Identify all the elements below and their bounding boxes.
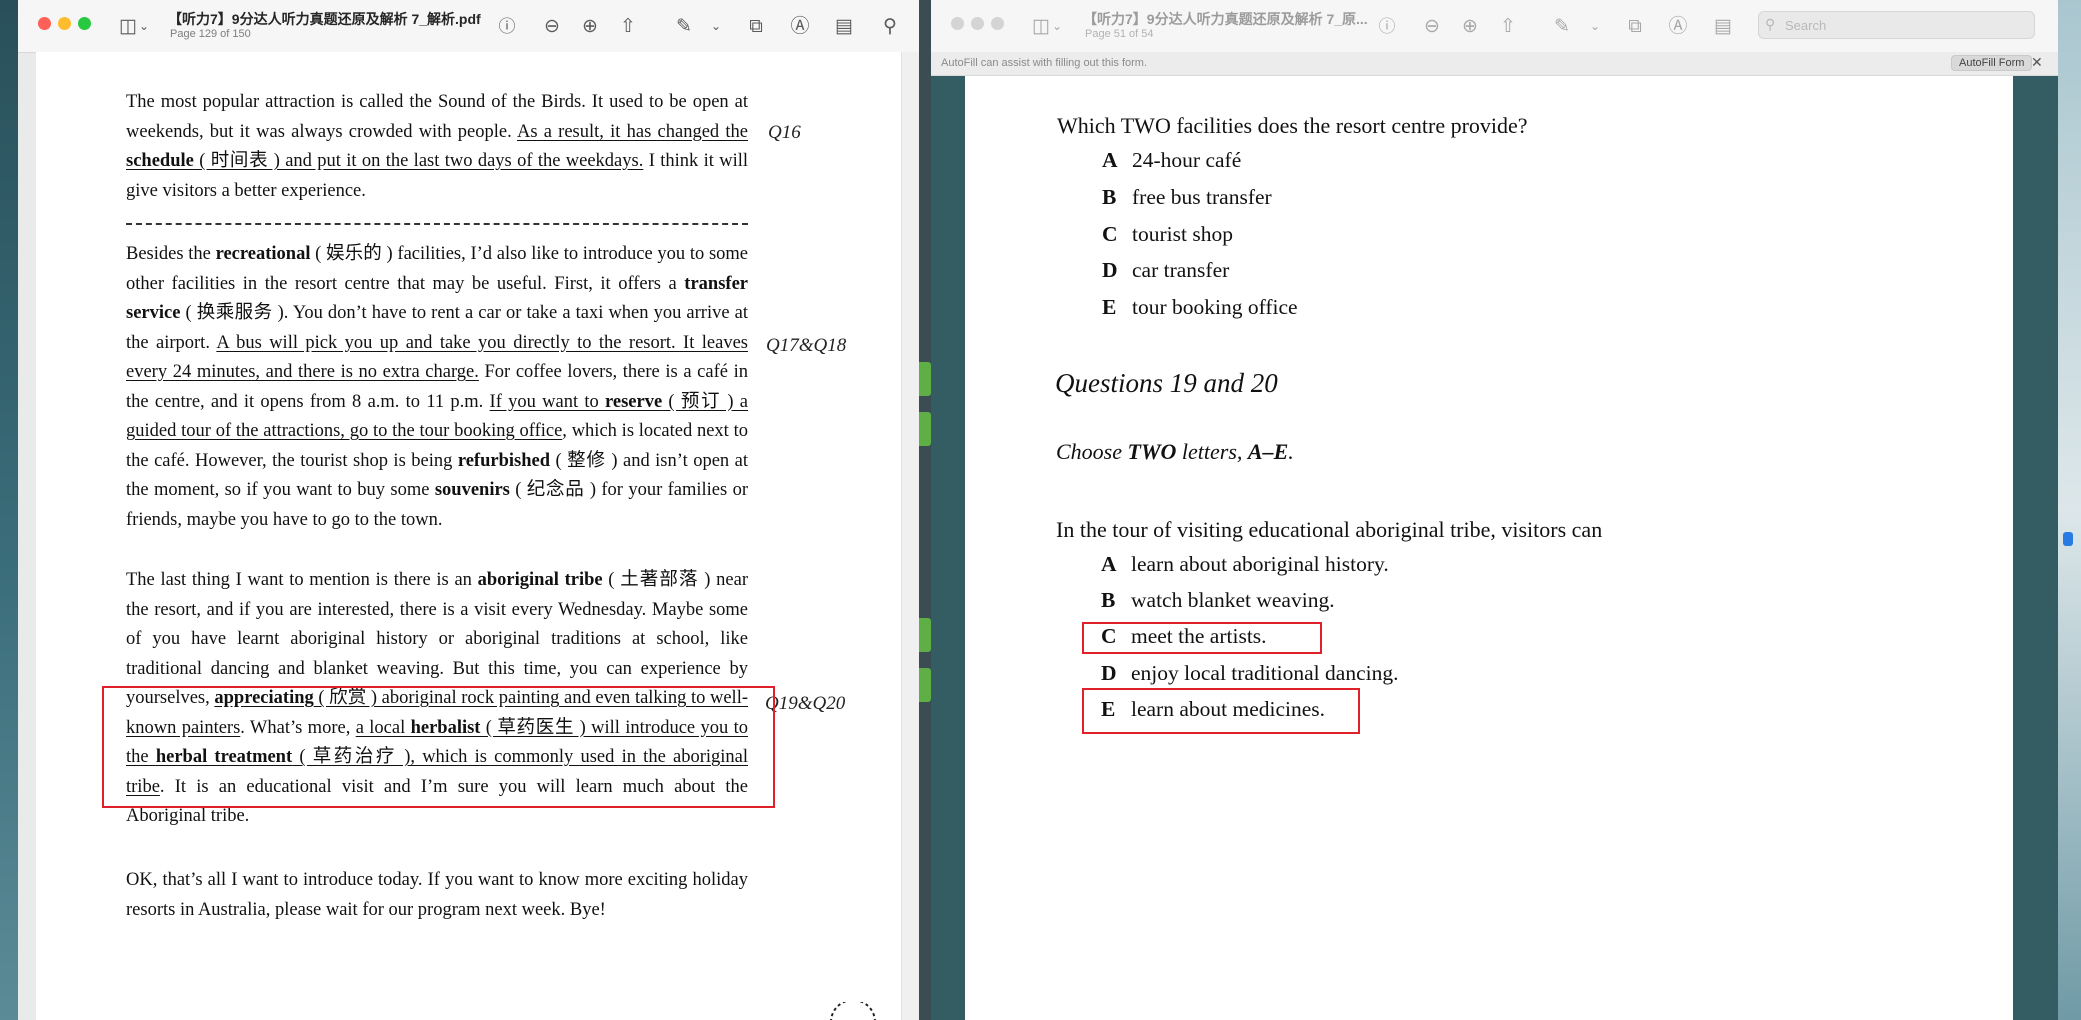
chevron-down-icon[interactable]: ⌄ <box>1581 12 1609 40</box>
chevron-down-icon[interactable]: ⌄ <box>702 12 730 40</box>
option-d: Dcar transfer <box>1102 258 1230 282</box>
share-icon[interactable]: ⇧ <box>1494 12 1522 40</box>
window-gap <box>919 0 931 1020</box>
scrollbar[interactable] <box>901 52 919 1020</box>
search-field[interactable]: ⚲ <box>1758 11 2035 39</box>
markup-icon[interactable]: Ⓐ <box>786 12 814 40</box>
instructions: Choose TWO letters, A–E. <box>1056 439 1294 464</box>
zoom-in-icon[interactable]: ⊕ <box>576 12 604 40</box>
share-icon[interactable]: ⇧ <box>614 12 642 40</box>
background-window-tab[interactable] <box>919 412 931 446</box>
background-window-tab[interactable] <box>919 618 931 652</box>
search-input[interactable] <box>1783 15 2027 35</box>
desktop-background-right <box>2058 0 2081 1020</box>
option-c: Ctourist shop <box>1102 222 1233 246</box>
preview-window-left: ◫ ⌄ 【听力7】9分达人听力真题还原及解析 7_解析.pdf Page 129… <box>18 0 919 1020</box>
signature-icon[interactable]: ▤ <box>1709 12 1737 40</box>
markup-icon[interactable]: Ⓐ <box>1664 12 1692 40</box>
close-button[interactable] <box>951 17 964 30</box>
option-e: Etour booking office <box>1102 295 1298 319</box>
highlight-pen-icon[interactable]: ✎ <box>1548 12 1576 40</box>
chevron-down-icon[interactable]: ⌄ <box>130 12 158 40</box>
pdf-page: Which TWO facilities does the resort cen… <box>965 76 2013 1020</box>
rotate-icon[interactable]: ⧉ <box>742 12 770 40</box>
highlight-box-answer-c <box>1082 622 1322 654</box>
page-margin-right <box>2013 76 2058 1020</box>
signature-icon[interactable]: ▤ <box>830 12 858 40</box>
page-indicator: Page 129 of 150 <box>170 28 251 40</box>
paragraph-closing: OK, that’s all I want to introduce today… <box>126 870 748 920</box>
background-window-tab[interactable] <box>919 668 931 702</box>
close-button[interactable] <box>38 17 51 30</box>
minimize-button[interactable] <box>58 17 71 30</box>
zoom-button[interactable] <box>991 17 1004 30</box>
highlight-box-answer-e <box>1082 688 1360 734</box>
minimize-button[interactable] <box>971 17 984 30</box>
option-d: Denjoy local traditional dancing. <box>1101 661 1399 685</box>
option-b: Bfree bus transfer <box>1102 185 1272 209</box>
info-icon[interactable]: ⓘ <box>1373 12 1401 40</box>
highlight-box-answer-text <box>102 686 775 808</box>
autofill-form-button[interactable]: AutoFill Form <box>1951 55 2033 71</box>
toolbar: ◫ ⌄ 【听力7】9分达人听力真题还原及解析 7_原... Page 51 of… <box>931 0 2058 53</box>
question-label-q16: Q16 <box>768 122 801 143</box>
info-icon[interactable]: ⓘ <box>493 12 521 40</box>
stamp-mark <box>830 1002 876 1020</box>
zoom-out-icon[interactable]: ⊖ <box>1418 12 1446 40</box>
option-b: Bwatch blanket weaving. <box>1101 588 1335 612</box>
close-icon[interactable]: ✕ <box>2031 54 2043 71</box>
toolbar: ◫ ⌄ 【听力7】9分达人听力真题还原及解析 7_解析.pdf Page 129… <box>18 0 919 53</box>
option-a: A 24-hour café <box>1102 148 1242 172</box>
pdf-page: The most popular attraction is called th… <box>36 52 901 1020</box>
paragraph-facilities: Besides the recreational ( 娱乐的 ) facilit… <box>126 244 749 530</box>
question-label-q17-q18: Q17&Q18 <box>766 335 847 356</box>
document-title: 【听力7】9分达人听力真题还原及解析 7_解析.pdf <box>168 11 481 27</box>
zoom-in-icon[interactable]: ⊕ <box>1456 12 1484 40</box>
highlight-pen-icon[interactable]: ✎ <box>670 12 698 40</box>
desktop-background-left <box>0 0 18 1020</box>
question-19-20-stem: In the tour of visiting educational abor… <box>1056 517 1603 542</box>
document-title: 【听力7】9分达人听力真题还原及解析 7_原... <box>1083 11 1368 27</box>
section-divider <box>126 223 748 225</box>
question-17-18-stem: Which TWO facilities does the resort cen… <box>1057 113 1528 138</box>
chevron-down-icon[interactable]: ⌄ <box>1043 12 1071 40</box>
zoom-out-icon[interactable]: ⊖ <box>538 12 566 40</box>
autofill-message: AutoFill can assist with filling out thi… <box>941 57 1148 69</box>
search-icon: ⚲ <box>1765 16 1776 32</box>
section-heading: Questions 19 and 20 <box>1055 368 1278 398</box>
page-margin-left <box>931 76 965 1020</box>
preview-window-right: ◫ ⌄ 【听力7】9分达人听力真题还原及解析 7_原... Page 51 of… <box>931 0 2058 1020</box>
autofill-bar: AutoFill can assist with filling out thi… <box>931 52 2058 76</box>
paragraph-sound-of-birds: The most popular attraction is called th… <box>126 92 748 201</box>
question-label-q19-q20: Q19&Q20 <box>765 693 846 714</box>
zoom-button[interactable] <box>78 17 91 30</box>
background-window-tab[interactable] <box>919 362 931 396</box>
background-window-control[interactable] <box>2063 532 2073 546</box>
rotate-icon[interactable]: ⧉ <box>1621 12 1649 40</box>
option-a: Alearn about aboriginal history. <box>1101 552 1389 576</box>
search-icon[interactable]: ⚲ <box>876 12 904 40</box>
page-indicator: Page 51 of 54 <box>1085 28 1154 40</box>
